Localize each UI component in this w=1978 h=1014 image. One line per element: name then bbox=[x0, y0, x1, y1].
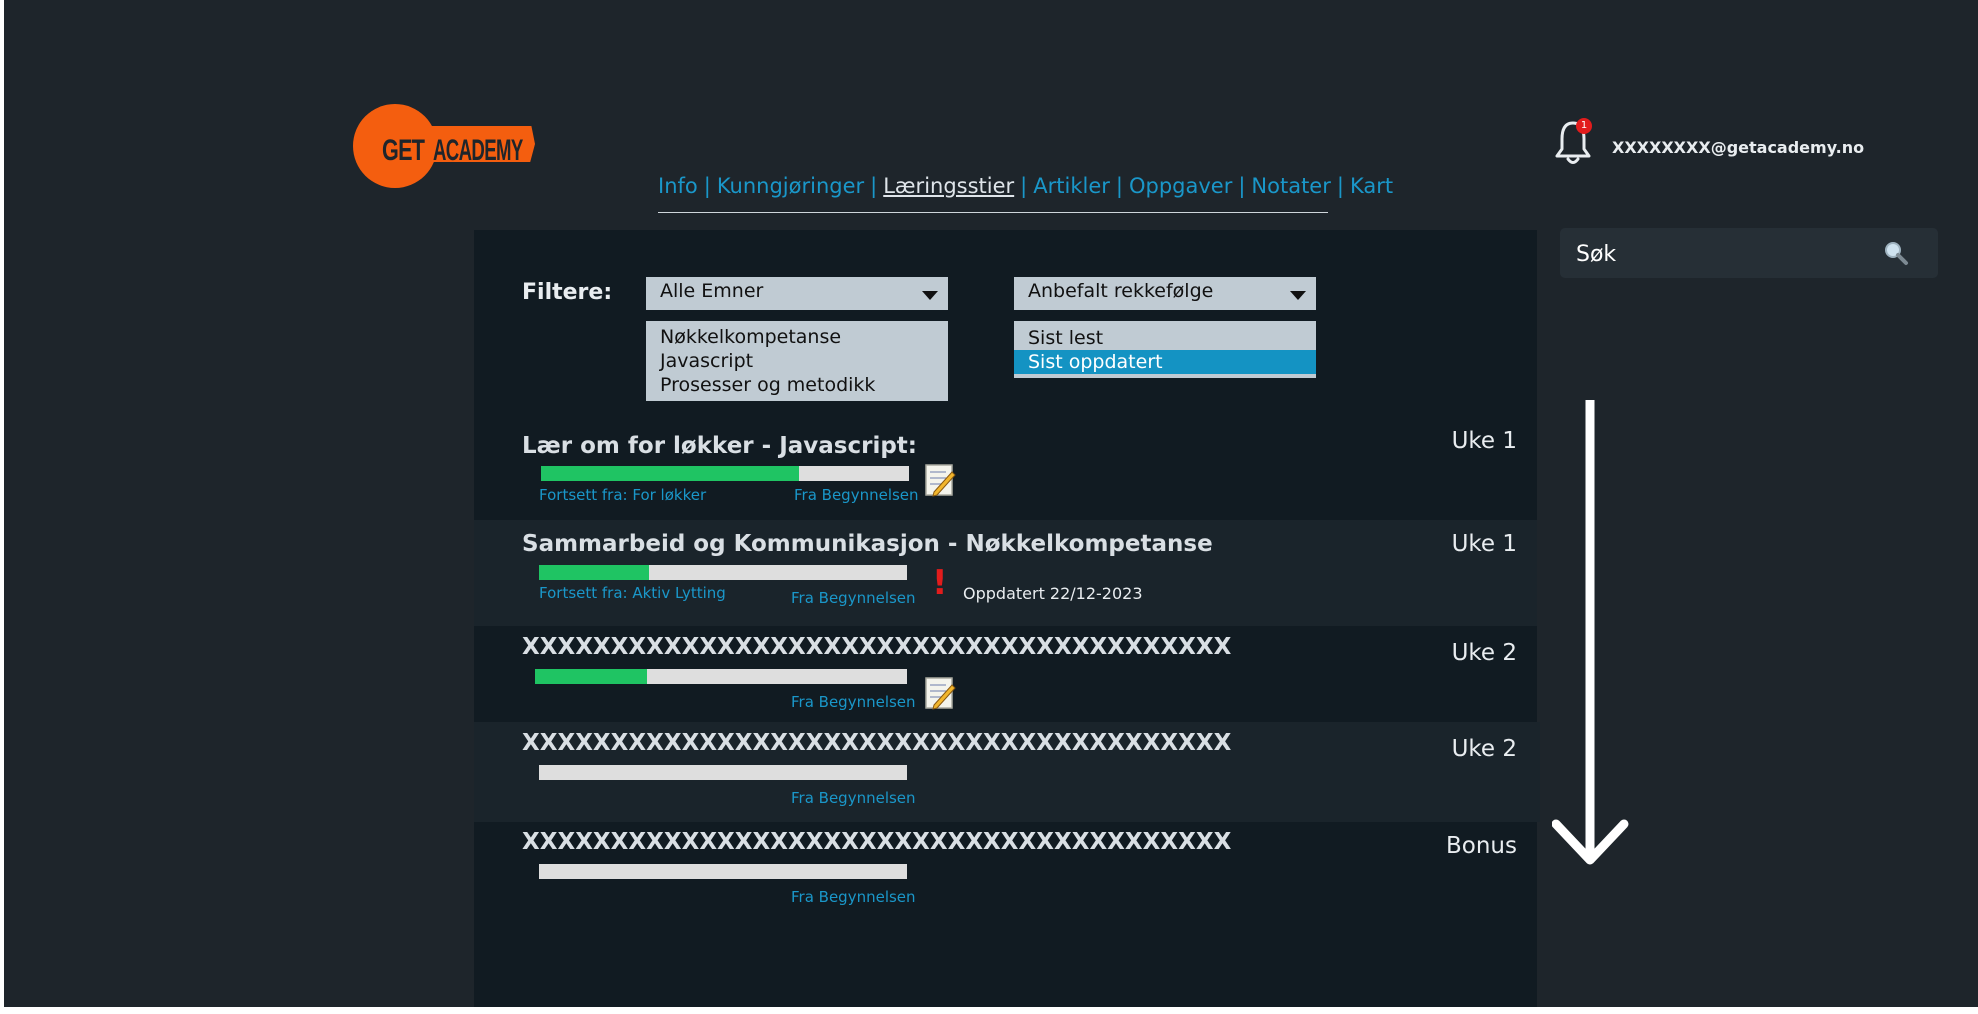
exclamation-icon: ! bbox=[932, 563, 948, 603]
progress-bar bbox=[539, 565, 907, 580]
user-email[interactable]: XXXXXXXX@getacademy.no bbox=[1612, 138, 1864, 157]
nav-item-artikler[interactable]: Artikler bbox=[1033, 174, 1110, 198]
order-options: Sist lest Sist oppdatert bbox=[1014, 321, 1316, 378]
scroll-down-arrow-icon bbox=[1552, 400, 1629, 865]
topic-select[interactable]: Alle Emner bbox=[646, 277, 948, 310]
topic-options: Nøkkelkompetanse Javascript Prosesser og… bbox=[646, 321, 948, 401]
logo-text-get: GET bbox=[382, 134, 425, 167]
progress-fill bbox=[535, 669, 647, 684]
order-select-value: Anbefalt rekkefølge bbox=[1028, 280, 1214, 302]
notification-badge: 1 bbox=[1576, 118, 1592, 134]
continue-link[interactable]: Fortsett fra: For løkker bbox=[539, 486, 706, 504]
nav-item-laeringsstier[interactable]: Læringsstier bbox=[883, 174, 1014, 198]
topic-option[interactable]: Nøkkelkompetanse bbox=[646, 325, 948, 349]
topic-option[interactable]: Prosesser og metodikk bbox=[646, 373, 948, 397]
restart-link[interactable]: Fra Begynnelsen bbox=[791, 789, 916, 807]
chevron-down-icon bbox=[1290, 291, 1306, 300]
learning-paths-panel: Filtere: Alle Emner Nøkkelkompetanse Jav… bbox=[474, 230, 1540, 1007]
memo-icon[interactable] bbox=[924, 463, 956, 497]
week-label: Uke 1 bbox=[1451, 531, 1517, 557]
main-nav: Info | Kunngjøringer | Læringsstier | Artikler… bbox=[658, 174, 1393, 213]
nav-separator: | bbox=[1115, 174, 1123, 198]
nav-separator: | bbox=[703, 174, 711, 198]
chevron-down-icon bbox=[922, 291, 938, 300]
logo-text-academy: ACADEMY bbox=[433, 134, 523, 167]
course-title[interactable]: XXXXXXXXXXXXXXXXXXXXXXXXXXXXXXXXXXXXXXXX bbox=[522, 829, 1231, 855]
get-academy-logo[interactable]: GET ACADEMY bbox=[353, 104, 537, 190]
nav-item-kunngjoringer[interactable]: Kunngjøringer bbox=[717, 174, 864, 198]
nav-item-notater[interactable]: Notater bbox=[1251, 174, 1330, 198]
topic-select-value: Alle Emner bbox=[660, 280, 764, 302]
filter-label: Filtere: bbox=[522, 280, 613, 305]
nav-item-oppgaver[interactable]: Oppgaver bbox=[1129, 174, 1232, 198]
app-frame: GET ACADEMY Info | Kunngjøringer | Læringsst… bbox=[4, 0, 1978, 1007]
restart-link[interactable]: Fra Begynnelsen bbox=[791, 693, 916, 711]
updated-date: Oppdatert 22/12-2023 bbox=[963, 584, 1143, 603]
course-title[interactable]: XXXXXXXXXXXXXXXXXXXXXXXXXXXXXXXXXXXXXXXX bbox=[522, 730, 1231, 756]
order-select[interactable]: Anbefalt rekkefølge bbox=[1014, 277, 1316, 310]
progress-fill bbox=[541, 466, 799, 481]
restart-link[interactable]: Fra Begynnelsen bbox=[791, 589, 916, 607]
restart-link[interactable]: Fra Begynnelsen bbox=[794, 486, 919, 504]
week-label: Uke 1 bbox=[1451, 428, 1517, 454]
nav-item-kart[interactable]: Kart bbox=[1350, 174, 1393, 198]
week-label: Uke 2 bbox=[1451, 640, 1517, 666]
restart-link[interactable]: Fra Begynnelsen bbox=[791, 888, 916, 906]
course-title[interactable]: XXXXXXXXXXXXXXXXXXXXXXXXXXXXXXXXXXXXXXXX bbox=[522, 634, 1231, 660]
progress-bar bbox=[535, 669, 907, 684]
course-title[interactable]: Sammarbeid og Kommunikasjon - Nøkkelkomp… bbox=[522, 531, 1213, 557]
week-label: Uke 2 bbox=[1451, 736, 1517, 762]
nav-item-info[interactable]: Info bbox=[658, 174, 698, 198]
progress-fill bbox=[539, 565, 650, 580]
topic-option[interactable]: Javascript bbox=[646, 349, 948, 373]
continue-link[interactable]: Fortsett fra: Aktiv Lytting bbox=[539, 584, 726, 602]
nav-separator: | bbox=[1020, 174, 1028, 198]
progress-bar bbox=[539, 765, 907, 780]
search-input[interactable] bbox=[1574, 238, 1878, 270]
order-option-sist-oppdatert[interactable]: Sist oppdatert bbox=[1014, 350, 1316, 374]
search-box bbox=[1560, 228, 1938, 278]
week-label: Bonus bbox=[1446, 833, 1517, 859]
memo-icon[interactable] bbox=[924, 676, 956, 710]
order-option-sist-lest[interactable]: Sist lest bbox=[1014, 326, 1316, 350]
progress-bar bbox=[539, 864, 907, 879]
nav-separator: | bbox=[1336, 174, 1344, 198]
course-title[interactable]: Lær om for løkker - Javascript: bbox=[522, 433, 917, 459]
nav-separator: | bbox=[1238, 174, 1246, 198]
magnifier-icon[interactable] bbox=[1883, 240, 1909, 266]
nav-separator: | bbox=[870, 174, 878, 198]
progress-bar bbox=[541, 466, 909, 481]
